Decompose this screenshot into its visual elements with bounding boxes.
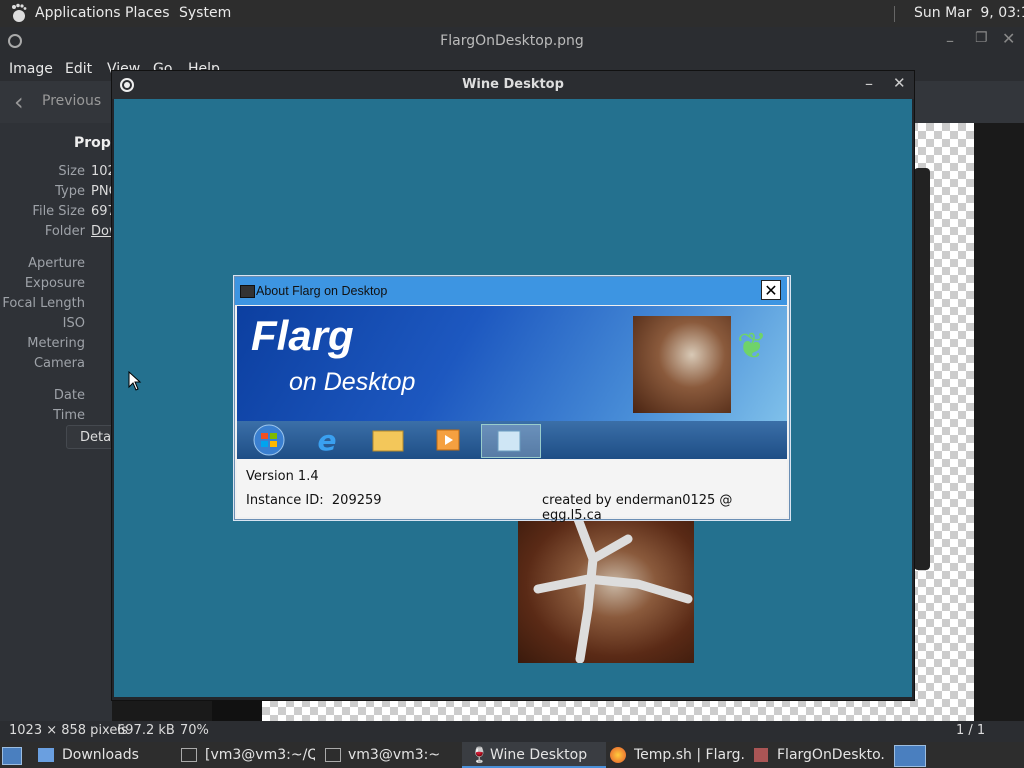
bottom-taskbar: Downloads [vm3@vm3:~/Q... vm3@vm3:~ 🍷 Wi… [0,742,1024,768]
task-image-viewer[interactable]: FlargOnDeskto... [777,742,885,768]
task-wine-desktop[interactable]: Wine Desktop [490,742,600,768]
about-info: Version 1.4 Instance ID: 209259 created … [237,459,787,523]
creature-thumbnail [633,316,731,413]
close-icon[interactable]: ✕ [893,74,906,92]
prop-value-size: 1023 [91,164,112,179]
about-banner: Flarg on Desktop ❦ [237,306,787,421]
viewer-title: FlargOnDesktop.png [440,33,584,49]
window-app-icon [481,424,541,458]
time-label: Time [53,408,85,423]
internet-explorer-icon: e [317,424,337,457]
image-dark-bottom [212,699,262,721]
exif-metering: Metering [27,336,85,351]
clock[interactable]: Sun Mar 9, 03:16 [914,5,1024,21]
status-dimensions: 1023 × 858 pixels [9,723,128,738]
about-title: About Flarg on Desktop [256,284,388,298]
minimize-icon[interactable]: – [946,31,954,50]
menu-edit[interactable]: Edit [65,61,92,77]
folder-link[interactable]: Dow [91,224,112,239]
prop-value-type: PNG [91,184,112,199]
mouse-cursor-icon [128,370,142,395]
credit-text: created by enderman0125 @ egg.l5.ca [542,493,733,523]
chevron-left-icon[interactable]: ‹ [14,88,24,116]
wine-titlebar[interactable]: Wine Desktop – ✕ [112,71,914,99]
exif-iso: ISO [62,316,85,331]
exif-camera: Camera [33,356,85,371]
creature-image[interactable] [518,514,694,664]
menu-image[interactable]: Image [9,61,53,77]
status-filesize: 697.2 kB [117,723,175,738]
prop-label-type: Type [55,184,85,199]
places-menu[interactable]: Places [125,5,170,21]
terminal-icon [181,748,197,762]
banner-subtitle: on Desktop [289,368,416,396]
wine-title: Wine Desktop [462,77,564,92]
banner-title: Flarg [251,312,354,359]
close-icon[interactable]: ✕ [1002,29,1015,48]
properties-sidebar: Prope Size 1023 Type PNG File Size 697 F… [0,123,120,723]
prop-label-folder: Folder [44,224,85,239]
folder-icon [361,424,415,456]
task-downloads[interactable]: Downloads [62,742,162,768]
folder-icon [38,748,54,762]
minimize-icon[interactable]: – [865,74,873,93]
firefox-icon [610,747,626,763]
task-terminal-2[interactable]: vm3@vm3:~ [348,742,448,768]
task-firefox[interactable]: Temp.sh | Flarg... [634,742,744,768]
windows-orb-icon [242,424,296,456]
terminal-icon [325,748,341,762]
about-dialog[interactable]: About Flarg on Desktop ✕ Flarg on Deskto… [234,276,790,523]
workspace-switcher[interactable] [894,745,926,767]
image-dark-region [914,168,930,570]
about-taskbar-strip: e [237,421,787,459]
details-button[interactable]: Detai [66,425,116,449]
panel-separator [894,6,895,22]
task-terminal-1[interactable]: [vm3@vm3:~/Q... [205,742,315,768]
prop-value-filesize: 697 [91,204,112,219]
maximize-icon[interactable]: ❐ [975,30,988,46]
exif-exposure: Exposure [24,276,85,291]
image-viewer-icon [754,748,768,762]
media-player-icon [421,424,475,456]
show-desktop-icon[interactable] [2,747,22,765]
system-menu[interactable]: System [179,5,231,21]
viewer-titlebar: FlargOnDesktop.png – ❐ ✕ [0,27,1024,57]
previous-button[interactable]: Previous [42,93,101,109]
applications-menu[interactable]: Applications [35,5,121,21]
date-label: Date [53,388,85,403]
status-page: 1 / 1 [956,723,986,738]
plant-icon: ❦ [737,326,768,367]
instance-id-text: Instance ID: 209259 [246,493,382,508]
close-icon[interactable]: ✕ [761,280,781,300]
status-zoom: 70% [180,723,209,738]
exif-aperture: Aperture [28,256,85,271]
prop-label-filesize: File Size [32,204,85,219]
prop-label-size: Size [58,164,85,179]
top-panel: Applications Places System Sun Mar 9, 03… [0,0,1024,27]
exif-focal-length: Focal Length [2,296,85,311]
about-titlebar[interactable]: About Flarg on Desktop ✕ [235,277,787,305]
gnome-foot-icon[interactable] [9,3,29,23]
viewer-statusbar: 1023 × 858 pixels 697.2 kB 70% 1 / 1 [0,721,1024,742]
app-icon [240,285,255,298]
wine-glass-icon: 🍷 [470,746,489,764]
version-text: Version 1.4 [246,469,319,484]
